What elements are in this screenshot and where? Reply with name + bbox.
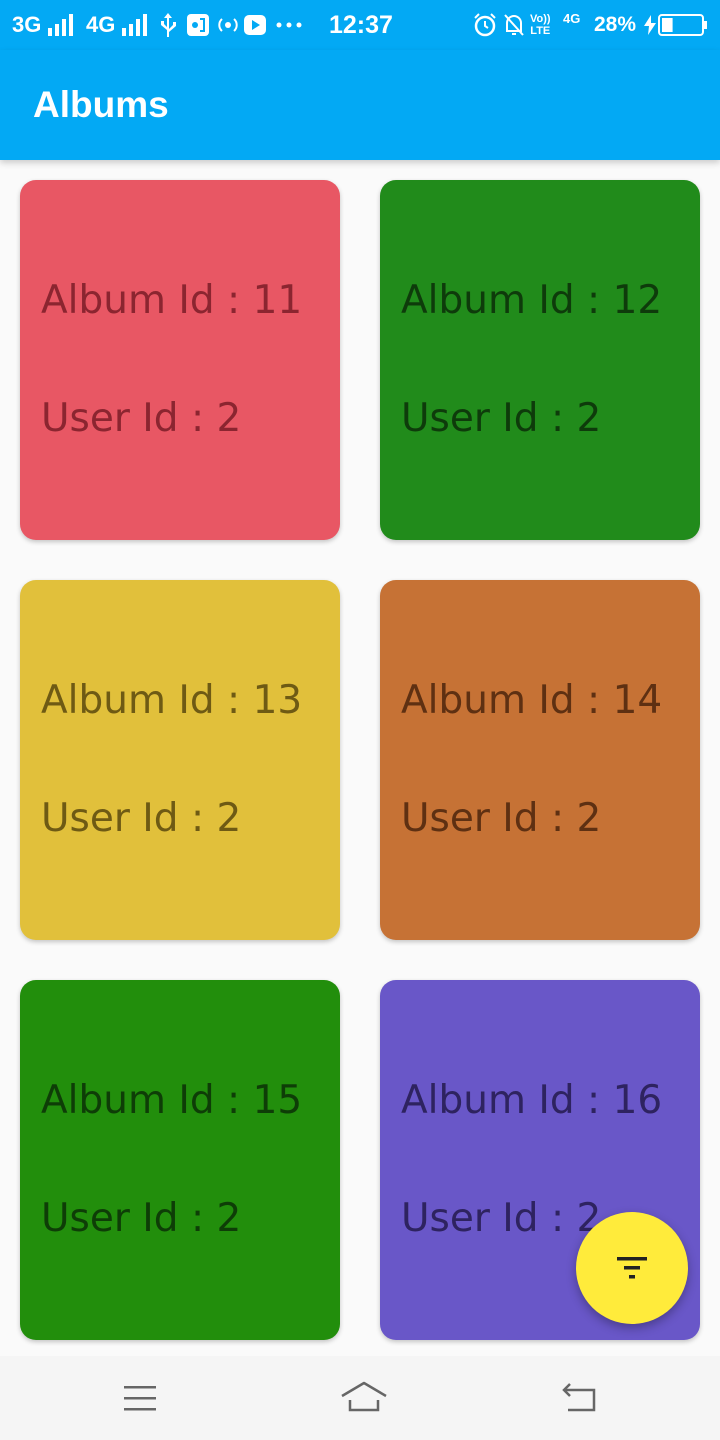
status-bar: 3G 4G 12:37 Vo)) LTE 4G 28% bbox=[0, 0, 720, 50]
navigation-bar bbox=[0, 1356, 720, 1440]
menu-icon bbox=[124, 1386, 156, 1411]
album-card[interactable]: Album Id : 12 User Id : 2 bbox=[380, 180, 700, 540]
page-title: Albums bbox=[33, 84, 169, 125]
alarm-icon bbox=[473, 0, 497, 50]
back-icon bbox=[562, 1383, 596, 1412]
filter-icon bbox=[617, 1257, 647, 1279]
album-card[interactable]: Album Id : 14 User Id : 2 bbox=[380, 580, 700, 940]
user-id-label: User Id : 2 bbox=[41, 796, 242, 841]
more-dots-icon bbox=[276, 0, 302, 50]
user-id-label: User Id : 2 bbox=[401, 1196, 602, 1241]
signal-icon bbox=[120, 0, 150, 50]
volte-bottom-label: LTE bbox=[530, 25, 551, 37]
hotspot-icon bbox=[216, 0, 240, 50]
cast-icon bbox=[186, 0, 210, 50]
network-label-3g: 3G bbox=[12, 12, 42, 37]
album-id-label: Album Id : 11 bbox=[41, 278, 303, 323]
user-id-label: User Id : 2 bbox=[41, 396, 242, 441]
youtube-icon bbox=[244, 0, 266, 50]
app-bar: Albums bbox=[0, 50, 720, 160]
user-id-label: User Id : 2 bbox=[401, 396, 602, 441]
album-card[interactable]: Album Id : 11 User Id : 2 bbox=[20, 180, 340, 540]
battery-icon bbox=[658, 0, 708, 50]
album-grid: Album Id : 11 User Id : 2 Album Id : 12 … bbox=[0, 160, 720, 1356]
filter-button[interactable] bbox=[576, 1212, 688, 1324]
album-id-label: Album Id : 12 bbox=[401, 278, 663, 323]
charging-icon bbox=[644, 0, 656, 50]
clock-time: 12:37 bbox=[329, 10, 393, 39]
nav-back-button[interactable] bbox=[520, 1356, 640, 1440]
user-id-label: User Id : 2 bbox=[401, 796, 602, 841]
usb-icon bbox=[158, 0, 178, 50]
network-label-4g: 4G bbox=[86, 12, 116, 37]
album-id-label: Album Id : 14 bbox=[401, 678, 663, 723]
volte-indicator: Vo)) LTE bbox=[530, 0, 551, 50]
battery-percent: 28% bbox=[594, 13, 637, 36]
nav-home-button[interactable] bbox=[300, 1356, 420, 1440]
album-id-label: Album Id : 13 bbox=[41, 678, 303, 723]
signal-icon bbox=[46, 0, 76, 50]
nav-menu-button[interactable] bbox=[80, 1356, 200, 1440]
home-icon bbox=[341, 1381, 387, 1412]
user-id-label: User Id : 2 bbox=[41, 1196, 242, 1241]
album-card[interactable]: Album Id : 13 User Id : 2 bbox=[20, 580, 340, 940]
album-id-label: Album Id : 15 bbox=[41, 1078, 303, 1123]
album-card[interactable]: Album Id : 15 User Id : 2 bbox=[20, 980, 340, 1340]
mute-notification-icon bbox=[503, 0, 525, 50]
volte-top-label: Vo)) bbox=[530, 13, 551, 25]
network-label-4g-secondary: 4G bbox=[563, 11, 581, 26]
album-id-label: Album Id : 16 bbox=[401, 1078, 663, 1123]
